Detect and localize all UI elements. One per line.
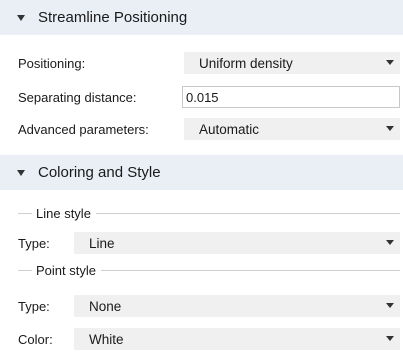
divider — [100, 269, 400, 271]
separating-distance-label: Separating distance: — [18, 89, 137, 105]
section-header-coloring-and-style[interactable]: Coloring and Style — [0, 155, 403, 190]
chevron-down-icon — [386, 126, 394, 131]
separating-distance-input[interactable]: 0.015 — [182, 86, 400, 108]
positioning-row: Positioning: Uniform density — [0, 51, 403, 75]
line-style-group-label: Line style — [18, 203, 400, 223]
line-type-label: Type: — [18, 235, 50, 251]
line-type-value: Line — [89, 235, 115, 251]
divider — [95, 212, 400, 214]
point-color-select[interactable]: White — [74, 328, 400, 350]
separating-distance-row: Separating distance: 0.015 — [0, 85, 403, 109]
line-type-select[interactable]: Line — [74, 232, 400, 254]
point-color-value: White — [89, 331, 124, 347]
point-type-select[interactable]: None — [74, 295, 400, 317]
separating-distance-value: 0.015 — [186, 89, 219, 105]
point-type-label: Type: — [18, 298, 50, 314]
advanced-parameters-value: Automatic — [199, 121, 260, 137]
divider — [18, 212, 32, 214]
chevron-down-icon — [386, 240, 394, 245]
point-type-row: Type: None — [0, 294, 403, 318]
line-style-label: Line style — [36, 205, 91, 221]
point-color-label: Color: — [18, 331, 53, 347]
chevron-down-icon — [386, 303, 394, 308]
point-color-row: Color: White — [0, 327, 403, 351]
line-type-row: Type: Line — [0, 231, 403, 255]
chevron-down-icon — [17, 169, 25, 176]
chevron-down-icon — [17, 14, 25, 21]
point-style-label: Point style — [36, 262, 96, 278]
section-header-streamline-positioning[interactable]: Streamline Positioning — [0, 0, 403, 35]
advanced-parameters-label: Advanced parameters: — [18, 121, 149, 137]
section-title: Streamline Positioning — [38, 9, 188, 26]
divider — [18, 269, 32, 271]
positioning-select[interactable]: Uniform density — [184, 52, 400, 74]
advanced-parameters-select[interactable]: Automatic — [184, 118, 400, 140]
positioning-label: Positioning: — [18, 55, 86, 71]
chevron-down-icon — [386, 336, 394, 341]
settings-panel: Streamline Positioning Positioning: Unif… — [0, 0, 403, 354]
positioning-value: Uniform density — [199, 55, 293, 71]
point-type-value: None — [89, 298, 122, 314]
chevron-down-icon — [386, 60, 394, 65]
advanced-parameters-row: Advanced parameters: Automatic — [0, 117, 403, 141]
point-style-group-label: Point style — [18, 260, 400, 280]
section-title: Coloring and Style — [38, 164, 161, 181]
